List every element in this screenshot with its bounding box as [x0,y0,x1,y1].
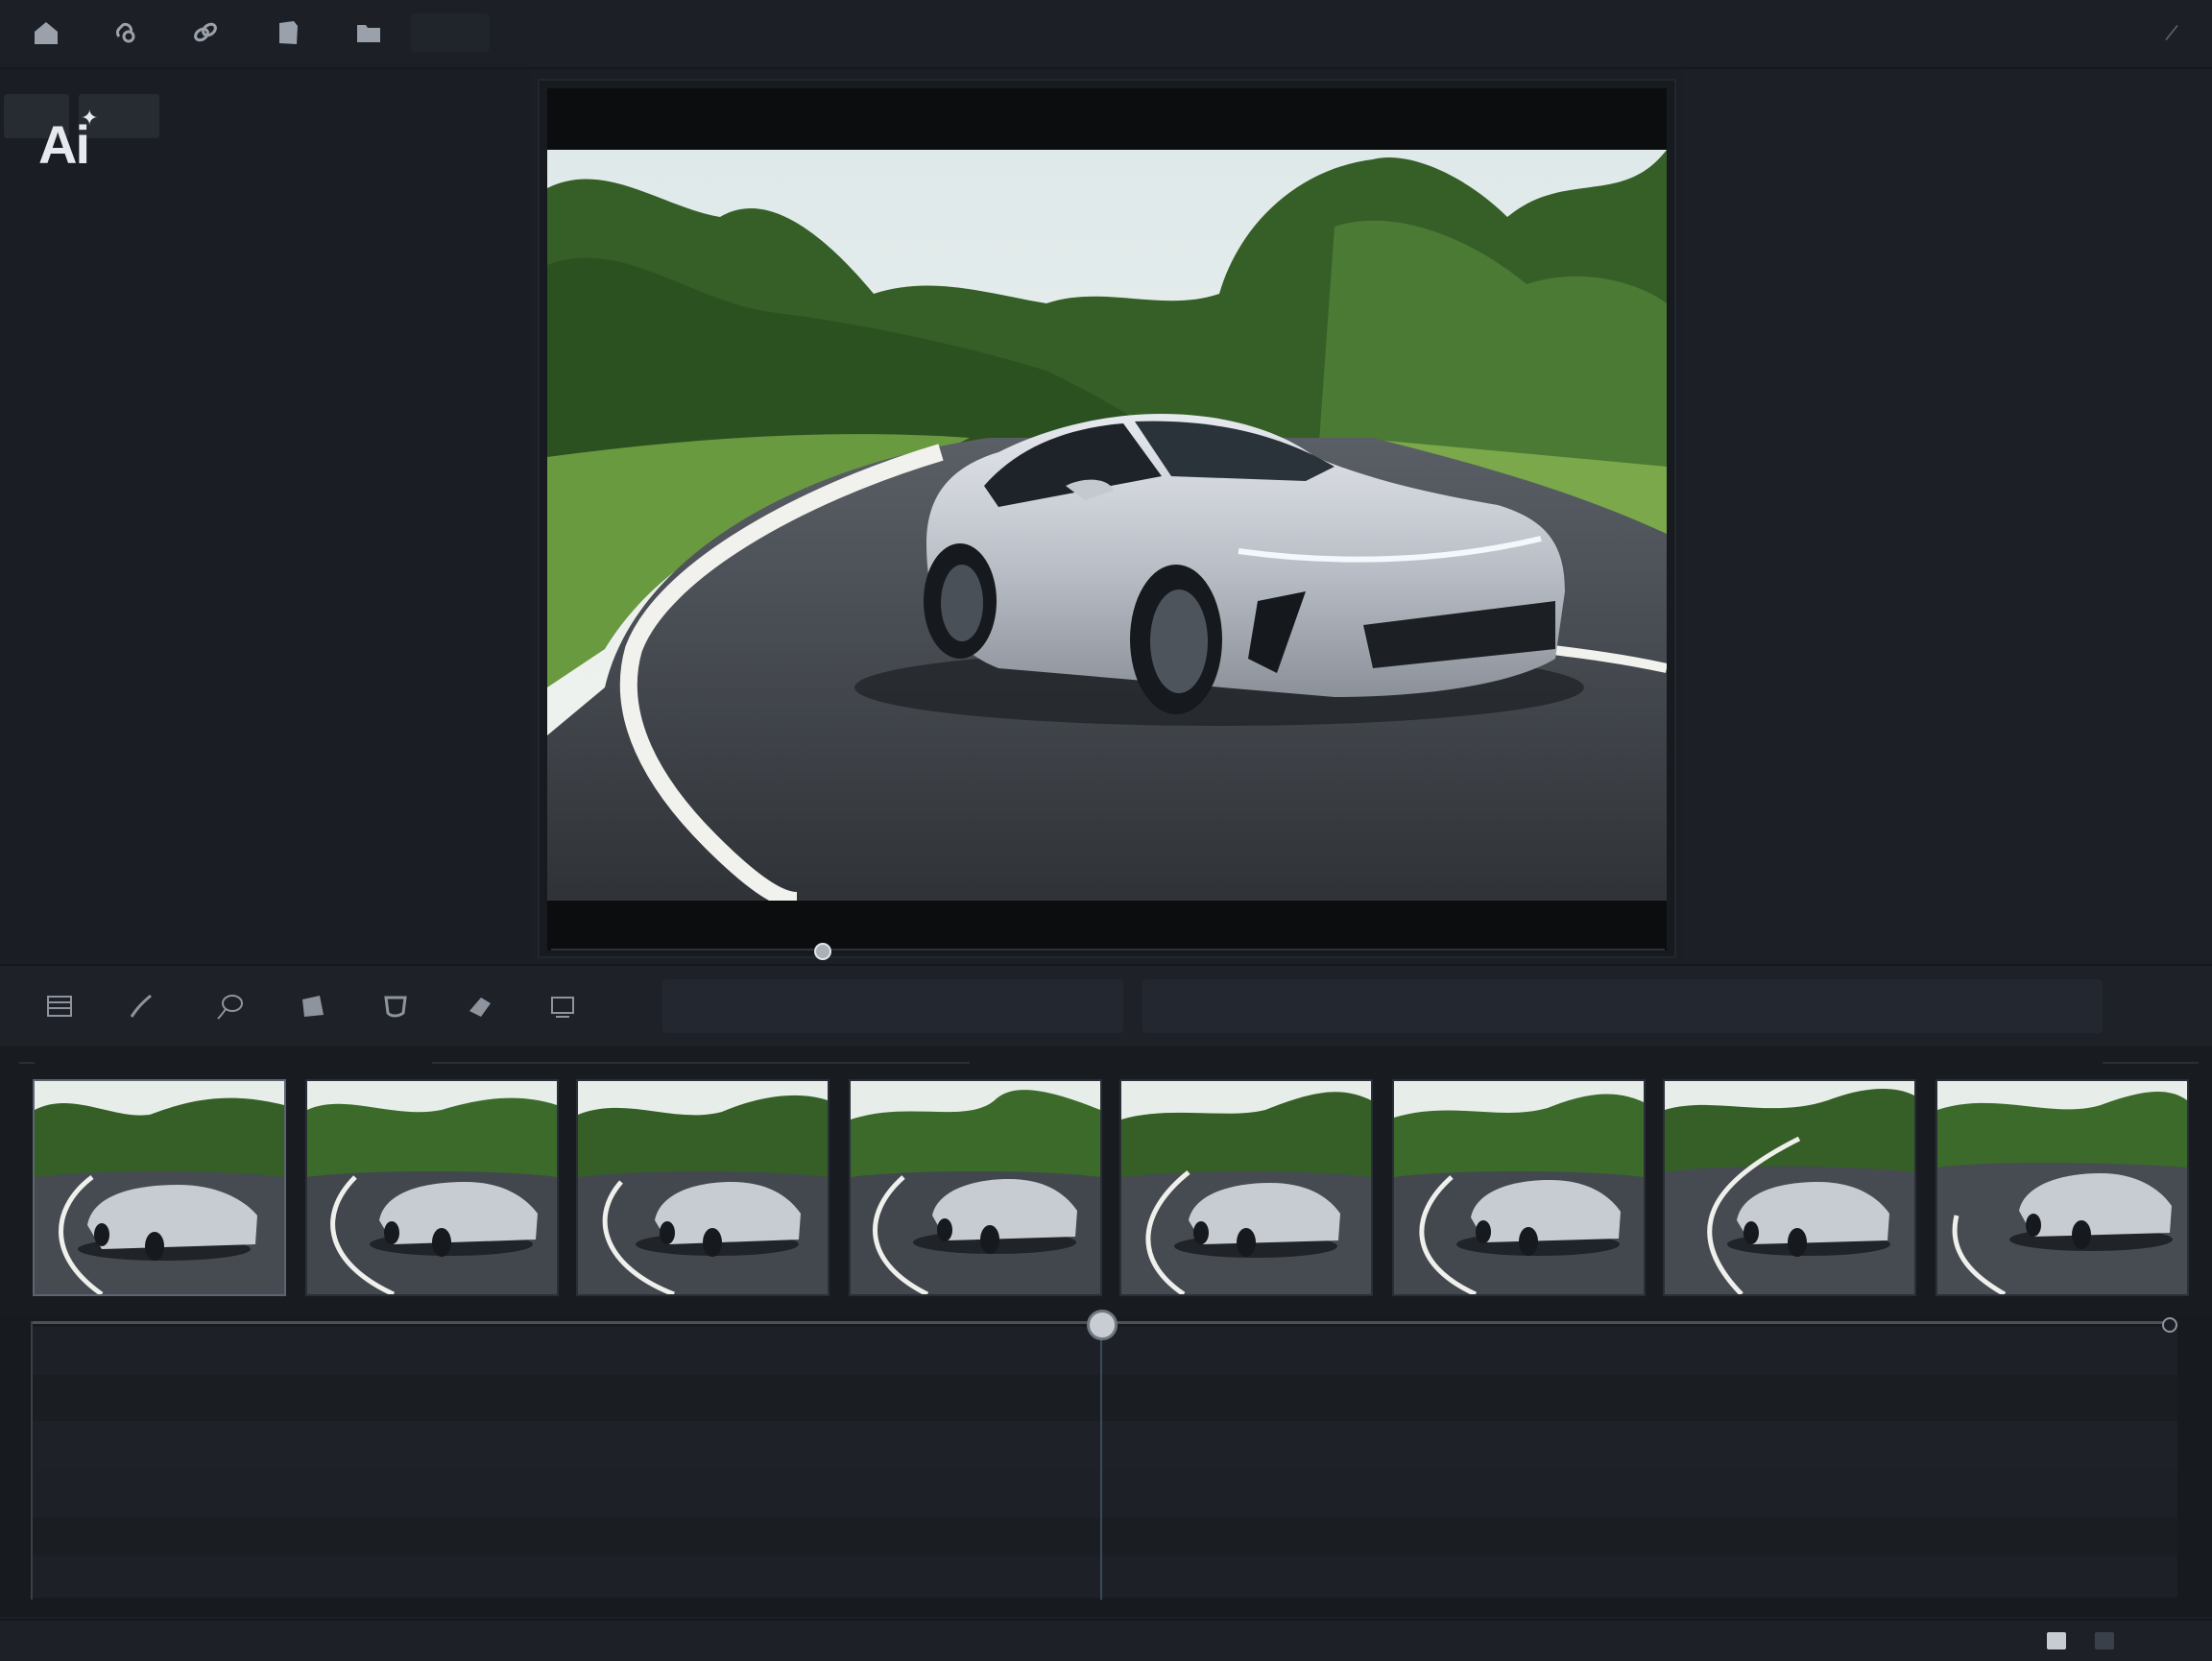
preview-viewer [538,79,1676,958]
filmstrip-frame[interactable] [1392,1079,1646,1296]
crop-icon[interactable] [292,985,334,1027]
filmstrip-frame[interactable] [1936,1079,2189,1296]
top-toolbar [0,0,2212,69]
filmstrip-frame[interactable] [849,1079,1102,1296]
toolbar-spacer [411,13,490,52]
viewer-canvas [547,88,1667,951]
timeline-track[interactable] [33,1421,2177,1469]
ai-sparkle-icon: ✦ [81,106,99,130]
folder-icon[interactable] [349,13,388,52]
lasso-icon[interactable] [209,985,252,1027]
link-icon[interactable] [106,13,144,52]
status-bar [0,1619,2212,1661]
left-panel: Ai ✦ [0,69,530,960]
filmstrip-header-right [2103,1062,2199,1064]
timeline-track[interactable] [33,1517,2177,1555]
filmstrip-frame[interactable] [1663,1079,1916,1296]
shape-icon[interactable] [374,985,417,1027]
chain-icon[interactable] [186,13,225,52]
right-panel [1682,69,2212,960]
edit-icon[interactable] [2154,15,2189,50]
timeline-track[interactable] [33,1469,2177,1517]
timeline-start-marker [31,1321,33,1600]
tool-properties-slot [1142,979,2103,1033]
filmstrip-frame[interactable] [1119,1079,1373,1296]
document-icon[interactable] [269,13,307,52]
layers-icon[interactable] [38,985,81,1027]
timeline-track[interactable] [33,1375,2177,1421]
home-icon[interactable] [27,13,65,52]
frame-icon[interactable] [541,985,584,1027]
filmstrip-header-center [432,1062,970,1064]
playhead-line [1100,1321,1102,1600]
tool-options-slot [662,979,1123,1033]
viewer-scrub-track[interactable] [551,949,1665,951]
timeline-track[interactable] [33,1555,2177,1598]
preview-image[interactable] [547,150,1667,901]
filmstrip-header-left [19,1062,35,1064]
brush-icon[interactable] [121,985,163,1027]
view-mode-button-alt[interactable] [2095,1632,2114,1649]
filmstrip-frame[interactable] [33,1079,286,1296]
eraser-icon[interactable] [459,985,501,1027]
view-mode-button[interactable] [2047,1632,2066,1649]
timeline [0,1310,2212,1617]
filmstrip-frame[interactable] [576,1079,830,1296]
filmstrip [0,1047,2212,1317]
viewer-scrub-knob[interactable] [814,943,831,960]
timeline-end-handle[interactable] [2162,1317,2177,1333]
playhead-handle[interactable] [1087,1310,1118,1340]
filmstrip-frame[interactable] [305,1079,559,1296]
tool-row [0,964,2212,1048]
